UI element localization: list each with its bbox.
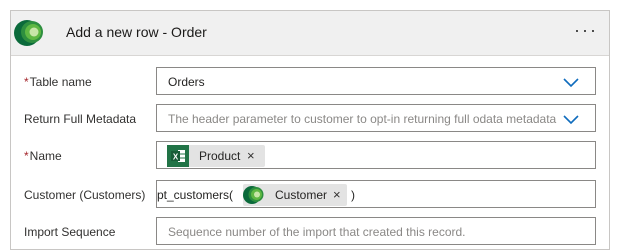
customer-row: Customer (Customers) pt_customers( Custo… bbox=[11, 177, 609, 215]
excel-icon: X bbox=[167, 145, 189, 167]
more-options-icon[interactable]: ··· bbox=[573, 19, 599, 45]
customer-label: Customer (Customers) bbox=[24, 188, 146, 202]
chevron-down-icon[interactable] bbox=[563, 113, 579, 125]
table-name-label: *Table name bbox=[24, 75, 92, 89]
dataverse-logo-icon bbox=[14, 20, 43, 46]
product-token-label: Product bbox=[199, 149, 241, 163]
return-metadata-label: Return Full Metadata bbox=[24, 112, 137, 126]
customer-token[interactable]: Customer × bbox=[243, 184, 347, 206]
customer-expression-suffix: ) bbox=[351, 188, 355, 202]
customer-token-label: Customer bbox=[275, 188, 328, 202]
import-sequence-row: Import Sequence Sequence number of the i… bbox=[11, 214, 609, 252]
close-icon[interactable]: × bbox=[333, 187, 341, 202]
return-metadata-row: Return Full Metadata The header paramete… bbox=[11, 101, 609, 139]
import-sequence-label: Import Sequence bbox=[24, 225, 116, 239]
card-header[interactable]: Add a new row - Order ··· bbox=[11, 11, 609, 56]
return-metadata-placeholder: The header parameter to customer to opt-… bbox=[168, 112, 557, 126]
table-name-row: *Table name Orders bbox=[11, 64, 609, 102]
required-marker: * bbox=[24, 75, 29, 89]
name-label: *Name bbox=[24, 149, 62, 163]
name-input[interactable]: X Product × bbox=[156, 141, 596, 169]
required-marker: * bbox=[24, 149, 29, 163]
svg-text:X: X bbox=[173, 153, 179, 162]
card-title: Add a new row - Order bbox=[66, 24, 207, 40]
chevron-down-icon[interactable] bbox=[563, 76, 579, 88]
product-token[interactable]: X Product × bbox=[167, 145, 265, 167]
dataverse-icon bbox=[243, 186, 264, 204]
table-name-value: Orders bbox=[168, 75, 205, 89]
table-name-dropdown[interactable]: Orders bbox=[156, 67, 596, 95]
import-sequence-placeholder: Sequence number of the import that creat… bbox=[168, 225, 466, 239]
action-card: Add a new row - Order ··· *Table name Or… bbox=[10, 10, 610, 250]
close-icon[interactable]: × bbox=[247, 148, 255, 163]
return-metadata-dropdown[interactable]: The header parameter to customer to opt-… bbox=[156, 104, 596, 132]
import-sequence-input[interactable]: Sequence number of the import that creat… bbox=[156, 217, 596, 245]
customer-expression-prefix: pt_customers( bbox=[157, 188, 234, 202]
name-row: *Name X Product × bbox=[11, 138, 609, 176]
customer-input[interactable]: pt_customers( Customer × ) bbox=[156, 180, 596, 208]
